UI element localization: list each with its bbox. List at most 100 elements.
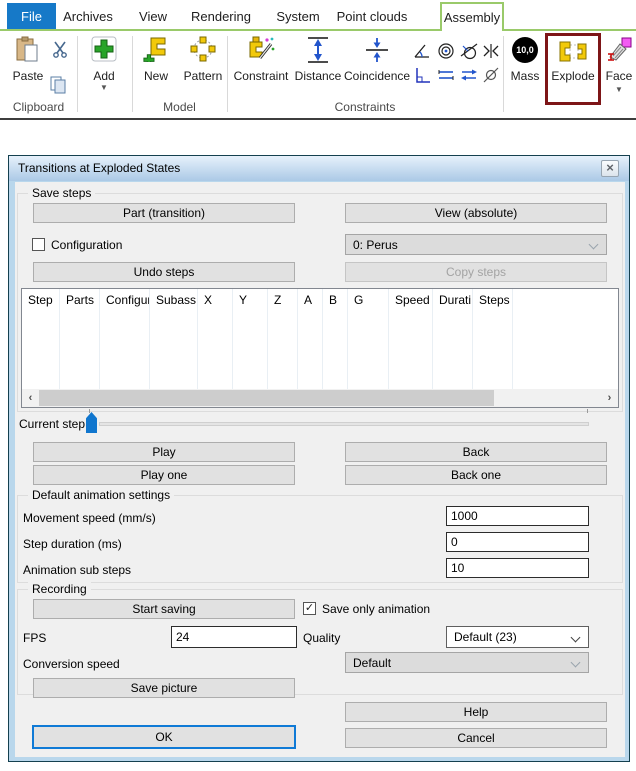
horizontal-scrollbar[interactable]: ‹ ›	[22, 389, 618, 407]
tab-point-clouds[interactable]: Point clouds	[330, 3, 414, 31]
cancel-button[interactable]: Cancel	[345, 728, 607, 748]
face-dropdown-arrow-icon[interactable]: ▼	[602, 85, 636, 94]
configuration-combo[interactable]: 0: Perus	[345, 234, 607, 255]
tab-file[interactable]: File	[7, 3, 56, 31]
start-saving-button[interactable]: Start saving	[33, 599, 295, 619]
perpendicular-constraint-icon[interactable]	[412, 66, 434, 85]
ribbon-body: Paste Clipboard Add ▼	[0, 31, 636, 118]
mass-icon: 10,0	[512, 37, 538, 63]
add-icon	[91, 36, 117, 62]
column-header[interactable]: X	[198, 289, 233, 389]
constraint-button[interactable]: Constraint	[230, 36, 292, 88]
column-header[interactable]: Subass...	[150, 289, 198, 389]
mass-button[interactable]: 10,0 Mass	[505, 36, 545, 88]
undo-steps-button[interactable]: Undo steps	[33, 262, 295, 282]
symmetry-constraint-icon[interactable]	[481, 42, 503, 61]
chevron-down-icon	[571, 633, 581, 643]
column-header[interactable]: Durati...	[433, 289, 473, 389]
configuration-combo-value: 0: Perus	[353, 238, 398, 252]
scissors-icon	[51, 40, 69, 58]
new-constraint-icon	[143, 36, 169, 62]
scrollbar-thumb[interactable]	[39, 390, 494, 406]
tangent-constraint-icon[interactable]	[459, 42, 481, 61]
quality-combo-value: Default (23)	[454, 630, 517, 644]
part-transition-button[interactable]: Part (transition)	[33, 203, 295, 223]
scroll-left-arrow-icon[interactable]: ‹	[22, 389, 39, 407]
tab-assembly[interactable]: Assembly	[440, 2, 504, 31]
back-one-button[interactable]: Back one	[345, 465, 607, 485]
copy-button[interactable]	[49, 76, 69, 99]
fps-label: FPS	[23, 631, 46, 645]
column-header[interactable]: A	[298, 289, 323, 389]
column-header[interactable]: B	[323, 289, 348, 389]
play-one-button[interactable]: Play one	[33, 465, 295, 485]
current-step-slider-track[interactable]	[99, 422, 589, 426]
ok-button[interactable]: OK	[32, 725, 296, 749]
face-button[interactable]: Face ▼	[602, 36, 636, 96]
mass-badge: 10,0	[516, 45, 534, 55]
save-picture-button[interactable]: Save picture	[33, 678, 295, 698]
concentric-constraint-icon[interactable]	[436, 42, 458, 61]
add-button[interactable]: Add ▼	[84, 36, 124, 96]
configuration-label: Configuration	[51, 238, 122, 252]
group-separator	[503, 36, 504, 112]
dialog-titlebar[interactable]: Transitions at Exploded States ×	[9, 156, 629, 181]
column-header[interactable]: G	[348, 289, 389, 389]
configuration-checkbox[interactable]	[32, 238, 45, 251]
no-tangent-constraint-icon[interactable]	[481, 66, 503, 85]
view-absolute-button[interactable]: View (absolute)	[345, 203, 607, 223]
column-filler	[513, 289, 618, 389]
slider-tick	[89, 409, 90, 413]
column-header[interactable]: Speed	[389, 289, 433, 389]
movement-speed-label: Movement speed (mm/s)	[23, 511, 156, 525]
face-icon	[606, 36, 632, 62]
tab-archives[interactable]: Archives	[58, 3, 118, 31]
back-button[interactable]: Back	[345, 442, 607, 462]
column-header[interactable]: Y	[233, 289, 268, 389]
coincidence-button[interactable]: Coincidence	[344, 36, 410, 88]
quality-label: Quality	[303, 631, 340, 645]
explode-highlight-box	[545, 33, 601, 105]
paste-button[interactable]: Paste	[6, 36, 50, 88]
help-button[interactable]: Help	[345, 702, 607, 722]
close-icon: ×	[606, 160, 614, 175]
current-step-slider-thumb[interactable]	[86, 412, 97, 433]
coincidence-icon	[365, 36, 389, 64]
pattern-button[interactable]: Pattern	[180, 36, 226, 88]
fps-input[interactable]	[171, 626, 297, 648]
tab-rendering[interactable]: Rendering	[186, 3, 256, 31]
app-window: File Archives View Rendering System Poin…	[0, 0, 636, 771]
play-button[interactable]: Play	[33, 442, 295, 462]
column-header[interactable]: Steps	[473, 289, 513, 389]
pattern-icon	[190, 36, 216, 62]
scroll-right-arrow-icon[interactable]: ›	[601, 389, 618, 407]
save-only-animation-label: Save only animation	[322, 602, 430, 616]
animation-sub-steps-label: Animation sub steps	[23, 563, 131, 577]
equal-constraint-icon[interactable]	[436, 66, 458, 85]
angle-constraint-icon[interactable]	[412, 42, 434, 61]
animation-sub-steps-input[interactable]	[446, 558, 589, 578]
column-header[interactable]: Step	[22, 289, 60, 389]
ribbon-bottom-line	[0, 118, 636, 120]
tab-view[interactable]: View	[131, 3, 175, 31]
tab-system[interactable]: System	[269, 3, 327, 31]
cut-button[interactable]	[51, 40, 69, 63]
copy-steps-button[interactable]: Copy steps	[345, 262, 607, 282]
conversion-speed-combo-value: Default	[353, 656, 391, 670]
close-button[interactable]: ×	[601, 160, 619, 177]
constraint-magic-icon	[247, 36, 275, 64]
step-duration-input[interactable]	[446, 532, 589, 552]
new-button[interactable]: New	[134, 36, 178, 88]
column-header[interactable]: Parts	[60, 289, 100, 389]
movement-speed-input[interactable]	[446, 506, 589, 526]
add-dropdown-arrow-icon[interactable]: ▼	[84, 83, 124, 92]
column-header[interactable]: Configur...	[100, 289, 150, 389]
animation-settings-legend: Default animation settings	[28, 488, 174, 502]
distance-button[interactable]: Distance	[294, 36, 342, 88]
conversion-speed-combo[interactable]: Default	[345, 652, 589, 673]
column-header[interactable]: Z	[268, 289, 298, 389]
save-only-animation-checkbox[interactable]	[303, 602, 316, 615]
group-label-model: Model	[132, 100, 227, 114]
quality-combo[interactable]: Default (23)	[446, 626, 589, 648]
parallel-constraint-icon[interactable]	[459, 66, 481, 85]
